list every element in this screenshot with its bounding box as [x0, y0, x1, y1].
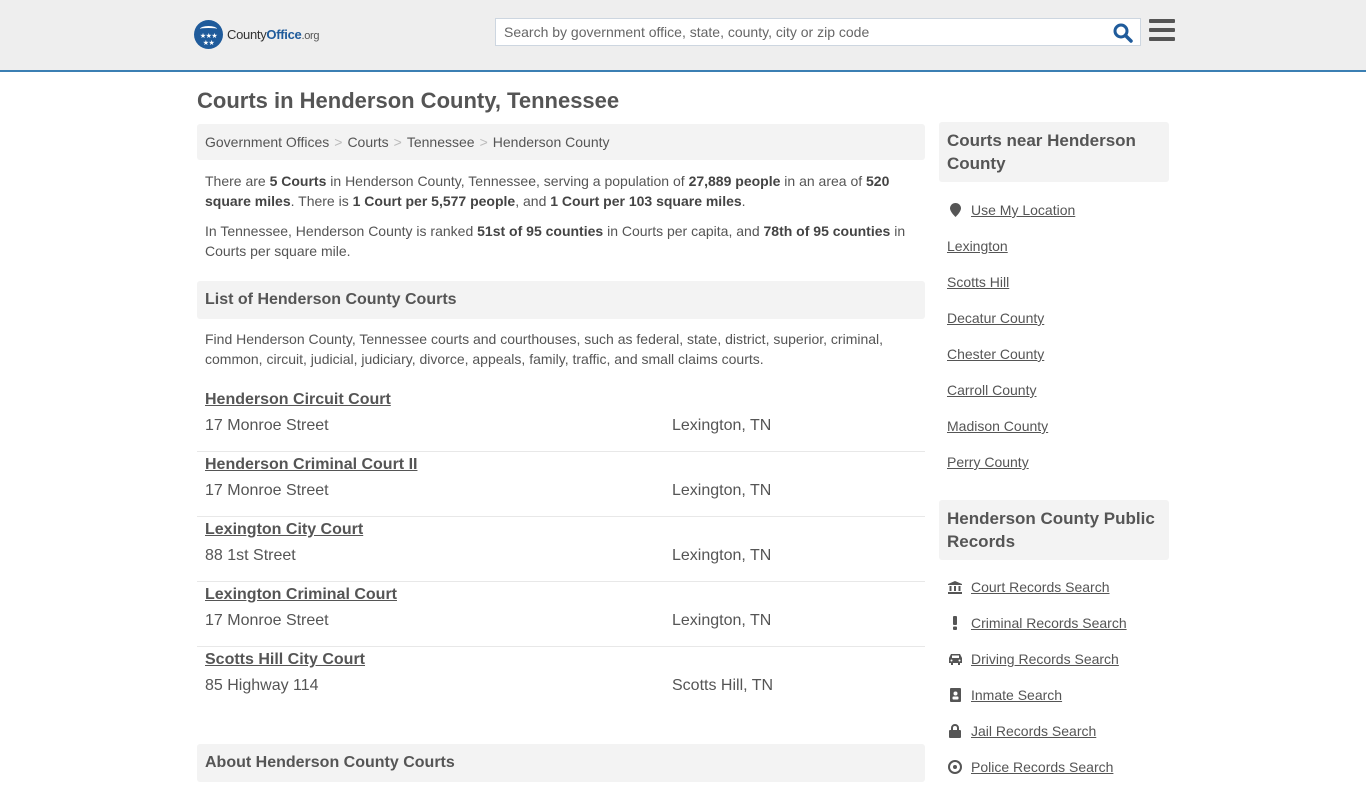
nearby-link[interactable]: Lexington — [947, 238, 1008, 254]
nearby-item: Madison County — [947, 408, 1169, 444]
record-link[interactable]: Police Records Search — [971, 759, 1113, 775]
summary-text: in Courts per capita, and — [603, 223, 764, 239]
court-row: Lexington City Court 88 1st Street Lexingt… — [197, 517, 925, 582]
nearby-item: Carroll County — [947, 372, 1169, 408]
car-icon — [947, 653, 963, 665]
record-link[interactable]: Inmate Search — [971, 687, 1062, 703]
highlight-value: 1 Court per 5,577 people — [352, 193, 516, 209]
search-input[interactable] — [496, 19, 1106, 45]
map-marker-icon — [947, 203, 963, 217]
record-item: Court Records Search — [947, 569, 1169, 605]
record-link[interactable]: Driving Records Search — [971, 651, 1119, 667]
list-section-heading: List of Henderson County Courts — [197, 281, 925, 319]
use-my-location-link[interactable]: Use My Location — [971, 202, 1075, 218]
site-header: ★★★ ★★ CountyOffice.org — [0, 0, 1366, 72]
court-row: Henderson Criminal Court II 17 Monroe Str… — [197, 452, 925, 517]
nearby-item: Perry County — [947, 444, 1169, 480]
nearby-link[interactable]: Perry County — [947, 454, 1029, 470]
public-records-list: Court Records Search Criminal Records Sea… — [939, 569, 1169, 785]
summary-stats: There are 5 Courts in Henderson County, … — [197, 171, 925, 211]
court-row: Henderson Circuit Court 17 Monroe Street L… — [197, 387, 925, 452]
record-item: Criminal Records Search — [947, 605, 1169, 641]
hamburger-menu-icon[interactable] — [1149, 19, 1175, 43]
court-name-link[interactable]: Henderson Circuit Court — [205, 391, 391, 409]
court-city: Scotts Hill, TN — [672, 677, 774, 694]
breadcrumb-tennessee[interactable]: Tennessee — [407, 134, 475, 150]
nearby-item: Chester County — [947, 336, 1169, 372]
nearby-link[interactable]: Scotts Hill — [947, 274, 1009, 290]
court-address: 17 Monroe Street — [205, 417, 329, 434]
lock-icon — [947, 724, 963, 738]
police-badge-icon — [947, 760, 963, 774]
court-name-link[interactable]: Henderson Criminal Court II — [205, 456, 417, 474]
breadcrumb-courts[interactable]: Courts — [347, 134, 388, 150]
main-content: Government Offices > Courts > Tennessee > Hend… — [197, 124, 925, 782]
sidebar: Courts near Henderson County Use My Loca… — [939, 122, 1169, 785]
summary-text: , and — [515, 193, 551, 209]
search-box — [495, 18, 1141, 46]
court-name-link[interactable]: Lexington City Court — [205, 521, 363, 539]
bank-icon — [947, 580, 963, 594]
logo-text: CountyOffice.org — [227, 27, 320, 42]
court-city: Lexington, TN — [672, 547, 772, 564]
court-name-link[interactable]: Lexington Criminal Court — [205, 586, 397, 604]
breadcrumb-separator: > — [479, 134, 488, 150]
court-address: 17 Monroe Street — [205, 482, 329, 499]
breadcrumb-separator: > — [393, 134, 402, 150]
highlight-value: 5 Courts — [269, 173, 327, 189]
court-list: Henderson Circuit Court 17 Monroe Street L… — [197, 387, 925, 712]
site-logo[interactable]: ★★★ ★★ CountyOffice.org — [194, 20, 319, 49]
summary-text: In Tennessee, Henderson County is ranked — [205, 223, 478, 239]
breadcrumb: Government Offices > Courts > Tennessee > Hend… — [197, 124, 925, 160]
nearby-link[interactable]: Carroll County — [947, 382, 1036, 398]
nearby-item: Scotts Hill — [947, 264, 1169, 300]
record-link[interactable]: Criminal Records Search — [971, 615, 1127, 631]
use-location-item: Use My Location — [947, 192, 1169, 228]
eagle-logo-icon: ★★★ ★★ — [194, 20, 223, 49]
highlight-value: 27,889 people — [688, 173, 781, 189]
court-address: 88 1st Street — [205, 547, 296, 564]
summary-text: . There is — [290, 193, 353, 209]
highlight-value: 1 Court per 103 square miles — [550, 193, 742, 209]
nearby-list: Use My Location Lexington Scotts Hill Deca… — [939, 192, 1169, 480]
about-section-heading: About Henderson County Courts — [197, 744, 925, 782]
highlight-value: 51st of 95 counties — [477, 223, 604, 239]
record-item: Jail Records Search — [947, 713, 1169, 749]
nearby-link[interactable]: Madison County — [947, 418, 1048, 434]
court-city: Lexington, TN — [672, 417, 772, 434]
breadcrumb-henderson-county[interactable]: Henderson County — [493, 134, 610, 150]
summary-text: . — [741, 193, 746, 209]
court-address: 17 Monroe Street — [205, 612, 329, 629]
record-item: Inmate Search — [947, 677, 1169, 713]
court-city: Lexington, TN — [672, 482, 772, 499]
breadcrumb-separator: > — [334, 134, 343, 150]
search-icon[interactable] — [1112, 22, 1134, 44]
court-city: Lexington, TN — [672, 612, 772, 629]
nearby-item: Decatur County — [947, 300, 1169, 336]
id-badge-icon — [947, 688, 963, 702]
court-name-link[interactable]: Scotts Hill City Court — [205, 651, 365, 669]
nearby-courts-heading: Courts near Henderson County — [939, 122, 1169, 182]
summary-text: in Henderson County, Tennessee, serving … — [326, 173, 689, 189]
exclamation-icon — [947, 616, 963, 630]
record-link[interactable]: Jail Records Search — [971, 723, 1096, 739]
court-row: Lexington Criminal Court 17 Monroe Street… — [197, 582, 925, 647]
nearby-link[interactable]: Chester County — [947, 346, 1044, 362]
summary-text: in an area of — [780, 173, 867, 189]
summary-text: There are — [205, 173, 270, 189]
nearby-item: Lexington — [947, 228, 1169, 264]
public-records-heading: Henderson County Public Records — [939, 500, 1169, 560]
court-address: 85 Highway 114 — [205, 677, 319, 694]
court-row: Scotts Hill City Court 85 Highway 114 Scot… — [197, 647, 925, 712]
record-item: Driving Records Search — [947, 641, 1169, 677]
record-link[interactable]: Court Records Search — [971, 579, 1110, 595]
record-item: Police Records Search — [947, 749, 1169, 785]
highlight-value: 78th of 95 counties — [763, 223, 891, 239]
page-title: Courts in Henderson County, Tennessee — [197, 88, 620, 113]
breadcrumb-government-offices[interactable]: Government Offices — [205, 134, 329, 150]
list-intro: Find Henderson County, Tennessee courts … — [205, 331, 884, 367]
summary-rankings: In Tennessee, Henderson County is ranked… — [197, 221, 925, 261]
nearby-link[interactable]: Decatur County — [947, 310, 1044, 326]
